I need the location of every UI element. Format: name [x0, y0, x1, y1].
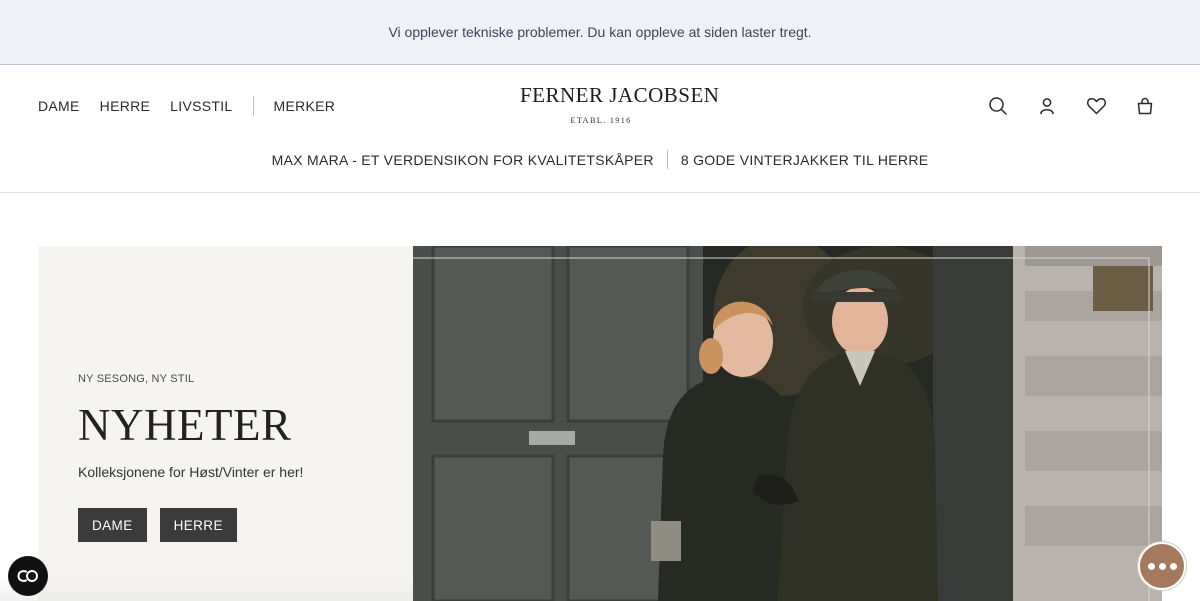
user-icon[interactable] — [1036, 95, 1058, 117]
nav-item-livsstil[interactable]: LIVSSTIL — [170, 98, 232, 114]
brand-logo[interactable]: FERNER JACOBSEN ETABL. 1916 — [520, 83, 720, 125]
search-icon[interactable] — [987, 95, 1009, 117]
hero-description: Kolleksjonene for Høst/Vinter er her! — [78, 464, 304, 480]
chat-dot — [1158, 562, 1166, 570]
hero-buttons: DAME HERRE — [78, 508, 250, 542]
cookie-consent-button[interactable] — [8, 556, 48, 596]
logo-name: FERNER JACOBSEN — [520, 83, 720, 107]
main-nav: DAME HERRE LIVSSTIL MERKER — [38, 96, 355, 116]
hero-banner: NY SESONG, NY STIL NYHETER Kolleksjonene… — [38, 246, 1162, 601]
notice-banner: Vi opplever tekniske problemer. Du kan o… — [0, 0, 1200, 65]
hero-title: NYHETER — [78, 400, 292, 450]
notice-text: Vi opplever tekniske problemer. Du kan o… — [388, 24, 812, 40]
hero-image[interactable] — [413, 246, 1162, 601]
chat-dot — [1147, 562, 1155, 570]
subnav-divider — [666, 150, 668, 169]
logo-established: ETABL. 1916 — [570, 115, 632, 125]
heart-icon[interactable] — [1085, 95, 1107, 117]
chat-dot — [1169, 562, 1177, 570]
cookie-consent-icon — [17, 570, 38, 582]
hero-dame-button[interactable]: DAME — [78, 508, 147, 542]
nav-item-merker[interactable]: MERKER — [274, 98, 336, 114]
bag-icon[interactable] — [1134, 95, 1156, 117]
nav-divider — [252, 96, 254, 116]
sub-nav: MAX MARA - ET VERDENSIKON FOR KVALITETSK… — [0, 150, 1200, 169]
site-header: DAME HERRE LIVSSTIL MERKER FERNER JACOBS… — [0, 66, 1200, 193]
chat-button[interactable] — [1138, 542, 1186, 590]
header-icons — [960, 95, 1156, 117]
hero-eyebrow: NY SESONG, NY STIL — [78, 373, 195, 385]
subnav-item-max-mara[interactable]: MAX MARA - ET VERDENSIKON FOR KVALITETSK… — [272, 152, 654, 168]
hero-herre-button[interactable]: HERRE — [159, 508, 237, 542]
nav-item-herre[interactable]: HERRE — [100, 98, 151, 114]
nav-item-dame[interactable]: DAME — [38, 98, 80, 114]
hero-text-panel: NY SESONG, NY STIL NYHETER Kolleksjonene… — [38, 246, 413, 601]
subnav-item-vinterjakker[interactable]: 8 GODE VINTERJAKKER TIL HERRE — [681, 152, 929, 168]
